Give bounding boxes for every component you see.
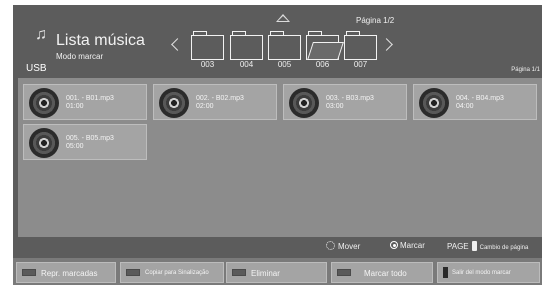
page-hint: PAGE Cambio de página	[447, 241, 528, 251]
track-title: 002. - B02.mp3	[196, 95, 244, 102]
folder-icon[interactable]	[344, 31, 377, 60]
folder-open-icon[interactable]	[306, 31, 344, 60]
move-hint: Mover	[326, 241, 360, 251]
disc-icon	[419, 88, 449, 118]
yellow-key-icon	[232, 269, 246, 276]
page-change-label: Cambio de página	[479, 245, 529, 251]
blue-key-icon	[337, 269, 351, 276]
chevron-left-icon[interactable]	[171, 38, 184, 51]
red-key-icon	[22, 269, 36, 276]
folder-label: 003	[200, 60, 215, 69]
folder-label: 007	[353, 60, 368, 69]
mark-hint: Marcar	[390, 241, 425, 250]
disc-icon	[159, 88, 189, 118]
play-marked-button[interactable]: Repr. marcadas	[16, 262, 116, 283]
delete-label: Eliminar	[251, 269, 280, 278]
button-bar: Repr. marcadas Copiar para Sinalização E…	[13, 258, 542, 285]
track-title: 003. - B03.mp3	[326, 95, 374, 102]
track-duration: 03:00	[326, 103, 344, 110]
move-hint-label: Mover	[338, 242, 361, 251]
move-icon	[326, 241, 335, 250]
mode-label: Modo marcar	[56, 52, 104, 61]
ok-button-icon	[390, 241, 398, 249]
arrow-up-icon[interactable]	[276, 14, 290, 22]
track-title: 001. - B01.mp3	[66, 95, 114, 102]
mark-hint-label: Marcar	[400, 241, 425, 250]
folder-icon[interactable]	[268, 31, 301, 60]
play-marked-label: Repr. marcadas	[41, 269, 98, 278]
track-duration: 04:00	[456, 103, 474, 110]
track-title: 005. - B05.mp3	[66, 135, 114, 142]
track-item[interactable]: 005. - B05.mp3 05:00	[23, 124, 147, 160]
disc-icon	[29, 128, 59, 158]
music-note-icon: ♫	[35, 26, 47, 43]
disc-icon	[29, 88, 59, 118]
track-duration: 02:00	[196, 103, 214, 110]
green-key-icon	[126, 269, 140, 276]
source-label: USB	[26, 63, 47, 74]
disc-icon	[289, 88, 319, 118]
chevron-right-icon[interactable]	[380, 38, 393, 51]
track-duration: 01:00	[66, 103, 84, 110]
track-list: 001. - B01.mp3 01:00 002. - B02.mp3 02:0…	[18, 78, 542, 237]
track-title: 004. - B04.mp3	[456, 95, 504, 102]
exit-key-icon	[443, 267, 448, 278]
folder-label: 005	[277, 60, 292, 69]
track-item[interactable]: 001. - B01.mp3 01:00	[23, 84, 147, 120]
track-duration: 05:00	[66, 143, 84, 150]
folder-page-indicator: Página 1/2	[356, 16, 395, 25]
mark-all-button[interactable]: Marcar todo	[331, 262, 433, 283]
copy-button[interactable]: Copiar para Sinalização	[120, 262, 224, 283]
folder-icon[interactable]	[191, 31, 224, 60]
page-title: Lista música	[56, 32, 145, 49]
folder-label: 004	[239, 60, 254, 69]
track-item[interactable]: 004. - B04.mp3 04:00	[413, 84, 537, 120]
list-page-indicator: Página 1/1	[511, 67, 540, 73]
mark-all-label: Marcar todo	[364, 269, 407, 278]
track-item[interactable]: 003. - B03.mp3 03:00	[283, 84, 407, 120]
folder-label: 006	[315, 60, 330, 69]
page-hint-label: PAGE	[447, 242, 469, 251]
copy-label: Copiar para Sinalização	[145, 270, 209, 276]
exit-mark-label: Salir del modo marcar	[452, 270, 511, 276]
exit-mark-mode-button[interactable]: Salir del modo marcar	[437, 262, 540, 283]
page-key-icon	[471, 241, 477, 251]
delete-button[interactable]: Eliminar	[226, 262, 327, 283]
folder-icon[interactable]	[230, 31, 263, 60]
track-item[interactable]: 002. - B02.mp3 02:00	[153, 84, 277, 120]
music-list-screen: ♫ Lista música Modo marcar USB Página 1/…	[13, 5, 542, 285]
key-hints: Mover Marcar PAGE Cambio de página	[13, 241, 542, 253]
